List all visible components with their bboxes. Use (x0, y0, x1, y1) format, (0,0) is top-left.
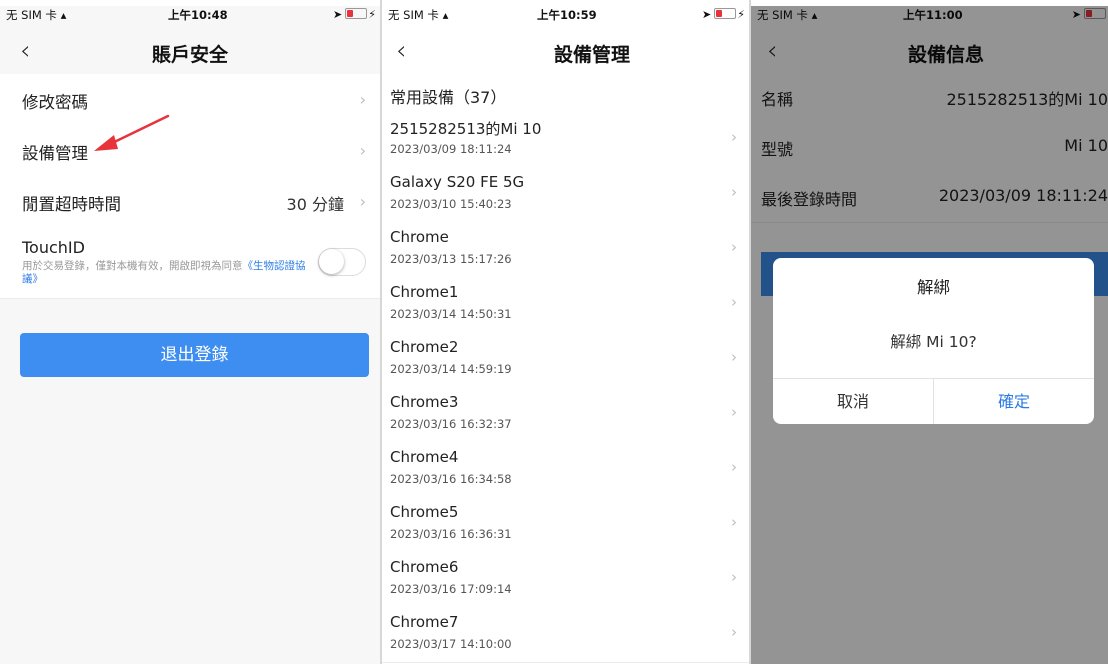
idle-timeout-label: 閒置超時時間 (22, 195, 121, 214)
battery-icon (345, 8, 368, 19)
unbind-dialog: 解綁 解綁 Mi 10? 取消 確定 (773, 258, 1094, 424)
chevron-right-icon: › (731, 568, 737, 586)
logout-button[interactable]: 退出登錄 (20, 333, 369, 377)
chevron-right-icon: › (731, 458, 737, 476)
device-name: 2515282513的Mi 10 (390, 120, 542, 138)
device-row[interactable]: Chrome4 2023/03/16 16:34:58 › (382, 442, 749, 498)
carrier-text: 无 SIM 卡 ▴ (6, 8, 67, 22)
wifi-icon: ▴ (60, 8, 67, 22)
nav-bar: ‹ 賬戶安全 (0, 28, 380, 78)
chevron-right-icon: › (731, 513, 737, 531)
device-name: Chrome2 (390, 338, 459, 356)
device-management-screen: 无 SIM 卡 ▴ 上午10:59 ➤ ⚡ ‹ 設備管理 常用設備（37） 251… (382, 6, 749, 664)
device-name: Chrome1 (390, 283, 459, 301)
device-name: Chrome (390, 228, 449, 246)
charging-icon: ⚡ (368, 8, 376, 21)
device-name: Chrome7 (390, 613, 459, 631)
common-devices-header: 常用設備（37） (390, 88, 507, 107)
device-login-time: 2023/03/14 14:59:19 (390, 362, 512, 376)
device-management-row[interactable]: 設備管理 › (0, 126, 380, 178)
device-login-time: 2023/03/14 14:50:31 (390, 307, 512, 321)
dialog-title: 解綁 (917, 278, 950, 297)
device-row[interactable]: Galaxy S20 FE 5G 2023/03/10 15:40:23 › (382, 167, 749, 223)
status-right: ➤ ⚡ (702, 7, 745, 21)
touchid-toggle[interactable] (318, 248, 366, 276)
chevron-right-icon: › (731, 183, 737, 201)
wifi-icon: ▴ (442, 8, 449, 22)
device-row[interactable]: Chrome 2023/03/13 15:17:26 › (382, 222, 749, 278)
device-row[interactable]: Chrome5 2023/03/16 16:36:31 › (382, 497, 749, 553)
chevron-right-icon: › (731, 238, 737, 256)
device-login-time: 2023/03/16 16:36:31 (390, 527, 512, 541)
location-icon: ➤ (702, 8, 712, 21)
device-login-time: 2023/03/16 16:34:58 (390, 472, 512, 486)
device-name: Chrome3 (390, 393, 459, 411)
page-title: 設備管理 (553, 44, 630, 66)
idle-timeout-value: 30 分鐘 (286, 195, 344, 214)
device-login-time: 2023/03/16 17:09:14 (390, 582, 512, 596)
device-login-time: 2023/03/13 15:17:26 (390, 252, 512, 266)
device-login-time: 2023/03/17 14:10:00 (390, 637, 512, 651)
change-password-label: 修改密碼 (22, 93, 88, 112)
status-bar: 无 SIM 卡 ▴ 上午10:59 ➤ ⚡ (382, 6, 749, 24)
chevron-right-icon: › (731, 403, 737, 421)
back-chevron-icon[interactable]: ‹ (396, 36, 406, 66)
charging-icon: ⚡ (737, 8, 745, 21)
device-name: Chrome4 (390, 448, 459, 466)
confirm-button[interactable]: 確定 (934, 379, 1094, 424)
device-login-time: 2023/03/10 15:40:23 (390, 197, 512, 211)
device-row[interactable]: Chrome2 2023/03/14 14:59:19 › (382, 332, 749, 388)
toggle-knob (319, 249, 344, 274)
chevron-right-icon: › (359, 192, 366, 211)
status-time: 上午10:48 (168, 8, 228, 22)
chevron-right-icon: › (359, 141, 366, 160)
account-security-screen: 无 SIM 卡 ▴ 上午10:48 ➤ ⚡ ‹ 賬戶安全 修改密碼 › 設備管理 … (0, 6, 380, 664)
device-login-time: 2023/03/09 18:11:24 (390, 142, 512, 156)
nav-bar: ‹ 設備管理 (382, 28, 749, 78)
touchid-desc-text: 用於交易登錄，僅對本機有效，開啟即視為同意 (22, 260, 243, 272)
touchid-title: TouchID (22, 238, 85, 257)
status-time: 上午10:59 (537, 8, 597, 22)
location-icon: ➤ (333, 8, 343, 21)
annotation-arrow-icon (94, 114, 170, 151)
device-info-screen: 无 SIM 卡 ▴ 上午11:00 ➤ ‹ 設備信息 名稱 2515282513… (751, 6, 1108, 664)
device-row[interactable]: Chrome3 2023/03/16 16:32:37 › (382, 387, 749, 443)
status-bar: 无 SIM 卡 ▴ 上午10:48 ➤ ⚡ (0, 6, 380, 24)
touchid-description: 用於交易登錄，僅對本機有效，開啟即視為同意《生物認證協議》 (22, 260, 307, 286)
page-title: 賬戶安全 (151, 44, 228, 66)
device-row[interactable]: Chrome1 2023/03/14 14:50:31 › (382, 277, 749, 333)
device-name: Chrome5 (390, 503, 459, 521)
device-row[interactable]: Chrome6 2023/03/16 17:09:14 › (382, 552, 749, 608)
change-password-row[interactable]: 修改密碼 › (0, 74, 380, 127)
touchid-row: TouchID 用於交易登錄，僅對本機有效，開啟即視為同意《生物認證協議》 (0, 228, 380, 299)
chevron-right-icon: › (731, 128, 737, 146)
idle-timeout-row[interactable]: 閒置超時時間 30 分鐘 › (0, 177, 380, 229)
device-login-time: 2023/03/16 16:32:37 (390, 417, 512, 431)
device-row[interactable]: Chrome7 2023/03/17 14:10:00 › (382, 607, 749, 663)
device-management-label: 設備管理 (22, 144, 88, 163)
device-row[interactable]: 2515282513的Mi 10 2023/03/09 18:11:24 › (382, 112, 749, 168)
status-right: ➤ ⚡ (333, 7, 376, 21)
chevron-right-icon: › (359, 90, 366, 109)
chevron-right-icon: › (731, 293, 737, 311)
chevron-right-icon: › (731, 348, 737, 366)
device-name: Galaxy S20 FE 5G (390, 173, 525, 191)
chevron-right-icon: › (731, 623, 737, 641)
cancel-button[interactable]: 取消 (773, 379, 933, 424)
battery-icon (714, 8, 737, 19)
carrier-text: 无 SIM 卡 ▴ (388, 8, 449, 22)
device-name: Chrome6 (390, 558, 459, 576)
dialog-message: 解綁 Mi 10? (890, 333, 977, 351)
